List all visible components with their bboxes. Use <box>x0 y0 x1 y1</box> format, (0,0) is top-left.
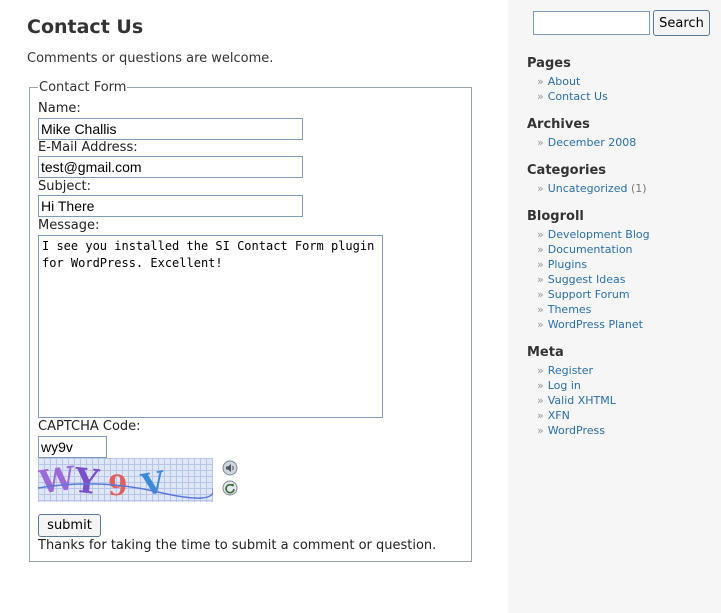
thanks-text: Thanks for taking the time to submit a c… <box>38 538 437 553</box>
sidebar-item-register: » Register <box>537 363 616 378</box>
sidebar-item-development-blog: » Development Blog <box>537 227 650 242</box>
sidebar-item-uncategorized: » Uncategorized (1) <box>537 181 647 196</box>
bullet-arrow-icon: » <box>537 243 544 256</box>
link-log-in[interactable]: Log in <box>548 379 581 392</box>
sidebar-item-themes: » Themes <box>537 302 650 317</box>
link-contact[interactable]: Contact Us <box>548 90 608 103</box>
submit-button[interactable]: submit <box>38 514 101 537</box>
bullet-arrow-icon: » <box>537 364 544 377</box>
search-input[interactable] <box>533 11 650 35</box>
intro-text: Comments or questions are welcome. <box>27 51 274 66</box>
pages-list: » About » Contact Us <box>537 74 608 104</box>
category-count: (1) <box>630 182 647 195</box>
sidebar-item-support-forum: » Support Forum <box>537 287 650 302</box>
categories-heading: Categories <box>527 163 607 178</box>
link-december-2008[interactable]: December 2008 <box>548 136 637 149</box>
bullet-arrow-icon: » <box>537 228 544 241</box>
subject-label: Subject: <box>38 179 91 194</box>
captcha-glyphs: W Y 9 V <box>38 459 213 502</box>
meta-heading: Meta <box>527 345 564 360</box>
sidebar-item-dec-2008: » December 2008 <box>537 135 636 150</box>
page-title: Contact Us <box>27 16 144 38</box>
sidebar-item-suggest-ideas: » Suggest Ideas <box>537 272 650 287</box>
sidebar-item-valid-xhtml: » Valid XHTML <box>537 393 616 408</box>
link-xfn[interactable]: XFN <box>548 409 570 422</box>
link-wordpress-planet[interactable]: WordPress Planet <box>548 318 643 331</box>
link-support-forum[interactable]: Support Forum <box>548 288 630 301</box>
categories-list: » Uncategorized (1) <box>537 181 647 196</box>
message-label: Message: <box>38 218 100 233</box>
blogroll-heading: Blogroll <box>527 209 584 224</box>
bullet-arrow-icon: » <box>537 182 544 195</box>
link-about[interactable]: About <box>548 75 581 88</box>
captcha-glyph-2: Y <box>71 461 101 502</box>
link-development-blog[interactable]: Development Blog <box>548 228 650 241</box>
sidebar-item-plugins: » Plugins <box>537 257 650 272</box>
sidebar-item-login: » Log in <box>537 378 616 393</box>
link-wordpress[interactable]: WordPress <box>548 424 605 437</box>
bullet-arrow-icon: » <box>537 75 544 88</box>
archives-list: » December 2008 <box>537 135 636 150</box>
bullet-arrow-icon: » <box>537 303 544 316</box>
archives-heading: Archives <box>527 117 590 132</box>
captcha-label: CAPTCHA Code: <box>38 419 141 434</box>
email-label: E-Mail Address: <box>38 140 138 155</box>
pages-heading: Pages <box>527 56 571 71</box>
meta-list: » Register » Log in » Valid XHTML » XFN » Wor… <box>537 363 616 438</box>
captcha-image: W Y 9 V <box>38 458 213 502</box>
subject-field[interactable] <box>38 195 303 217</box>
bullet-arrow-icon: » <box>537 258 544 271</box>
bullet-arrow-icon: » <box>537 273 544 286</box>
sidebar-item-documentation: » Documentation <box>537 242 650 257</box>
link-themes[interactable]: Themes <box>548 303 592 316</box>
search-button[interactable]: Search <box>653 10 710 36</box>
name-label: Name: <box>38 101 81 116</box>
email-field[interactable] <box>38 156 303 178</box>
bullet-arrow-icon: » <box>537 318 544 331</box>
link-register[interactable]: Register <box>548 364 593 377</box>
sidebar-item-xfn: » XFN <box>537 408 616 423</box>
link-uncategorized[interactable]: Uncategorized <box>548 182 628 195</box>
bullet-arrow-icon: » <box>537 136 544 149</box>
captcha-input[interactable] <box>38 436 107 458</box>
link-documentation[interactable]: Documentation <box>548 243 633 256</box>
sidebar-item-wordpress: » WordPress <box>537 423 616 438</box>
bullet-arrow-icon: » <box>537 394 544 407</box>
message-field[interactable]: I see you installed the SI Contact Form … <box>38 235 383 418</box>
sidebar-item-wordpress-planet: » WordPress Planet <box>537 317 650 332</box>
link-valid-xhtml[interactable]: Valid XHTML <box>548 394 616 407</box>
bullet-arrow-icon: » <box>537 288 544 301</box>
bullet-arrow-icon: » <box>537 90 544 103</box>
refresh-icon[interactable] <box>222 480 238 496</box>
bullet-arrow-icon: » <box>537 424 544 437</box>
contact-form-legend: Contact Form <box>39 80 127 95</box>
bullet-arrow-icon: » <box>537 409 544 422</box>
blogroll-list: » Development Blog » Documentation » Plugin… <box>537 227 650 332</box>
sidebar-item-about: » About <box>537 74 608 89</box>
link-plugins[interactable]: Plugins <box>548 258 587 271</box>
sidebar-item-contact: » Contact Us <box>537 89 608 104</box>
name-field[interactable] <box>38 118 303 140</box>
link-suggest-ideas[interactable]: Suggest Ideas <box>548 273 626 286</box>
bullet-arrow-icon: » <box>537 379 544 392</box>
main-content: Contact Us Comments or questions are wel… <box>0 0 508 613</box>
speaker-icon[interactable] <box>222 460 238 476</box>
captcha-glyph-4: V <box>138 465 169 502</box>
